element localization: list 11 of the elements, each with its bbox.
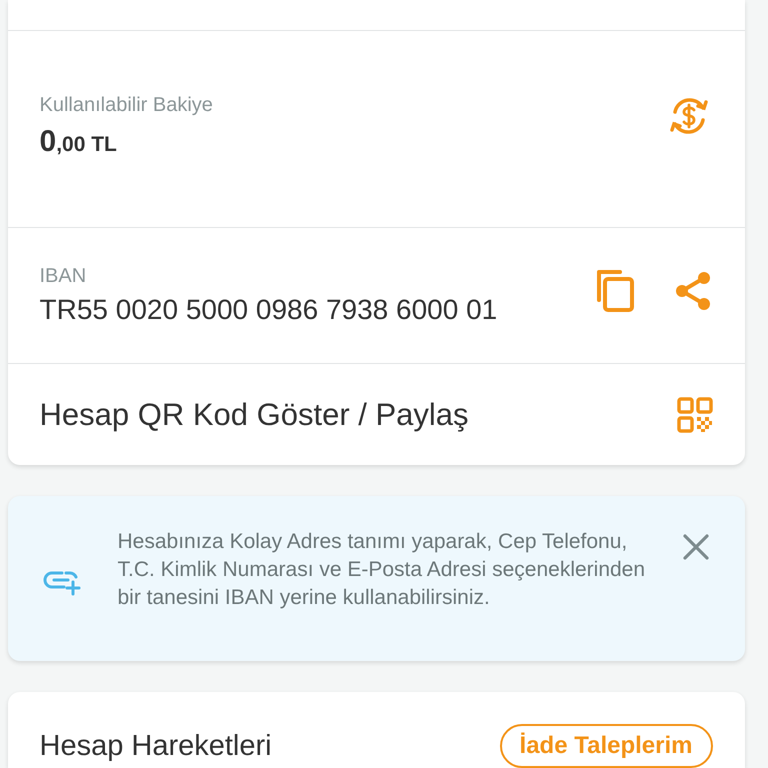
copy-icon[interactable] bbox=[594, 268, 634, 314]
balance-label: Kullanılabilir Bakiye bbox=[40, 94, 213, 117]
balance-amount: 0 bbox=[40, 125, 56, 158]
close-icon[interactable] bbox=[680, 532, 710, 562]
qr-code-link[interactable]: Hesap QR Kod Göster / Paylaş bbox=[40, 396, 469, 432]
qr-code-icon[interactable] bbox=[676, 396, 712, 432]
iban-number: TR55 0020 5000 0986 7938 6000 01 bbox=[40, 294, 498, 326]
transactions-title: Hesap Hareketleri bbox=[40, 730, 272, 763]
iban-label: IBAN bbox=[40, 265, 88, 288]
info-text: Hesabınıza Kolay Adres tanımı yaparak, Cep Telefonu, T.C. Kimlik Numarası ve E-Posta Adresi seçeneklerinden bir tanesini IBAN yerine kullanabilirsiniz. bbox=[118, 529, 646, 611]
balance-amount-decimals: ,00 TL bbox=[56, 133, 117, 156]
